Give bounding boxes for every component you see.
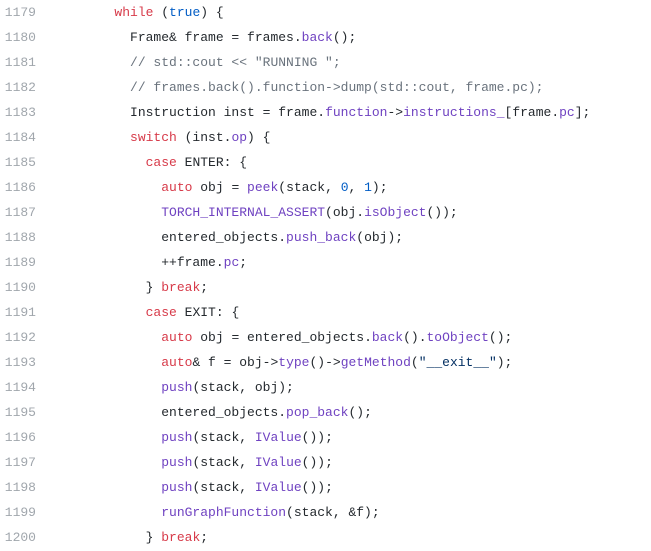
line-number: 1196 <box>0 425 52 450</box>
code-block: 1179 while (true) {1180 Frame& frame = f… <box>0 0 651 550</box>
line-number: 1186 <box>0 175 52 200</box>
code-content: while (true) { <box>52 0 224 25</box>
code-content: runGraphFunction(stack, &f); <box>52 500 380 525</box>
code-line: 1186 auto obj = peek(stack, 0, 1); <box>0 175 651 200</box>
code-line: 1187 TORCH_INTERNAL_ASSERT(obj.isObject(… <box>0 200 651 225</box>
line-number: 1198 <box>0 475 52 500</box>
code-line: 1180 Frame& frame = frames.back(); <box>0 25 651 50</box>
code-line: 1199 runGraphFunction(stack, &f); <box>0 500 651 525</box>
code-content: } break; <box>52 275 208 300</box>
code-content: // std::cout << "RUNNING "; <box>52 50 341 75</box>
line-number: 1180 <box>0 25 52 50</box>
code-content: push(stack, IValue()); <box>52 425 333 450</box>
code-line: 1188 entered_objects.push_back(obj); <box>0 225 651 250</box>
code-content: Instruction inst = frame.function->instr… <box>52 100 590 125</box>
line-number: 1188 <box>0 225 52 250</box>
line-number: 1191 <box>0 300 52 325</box>
line-number: 1199 <box>0 500 52 525</box>
code-content: // frames.back().function->dump(std::cou… <box>52 75 543 100</box>
code-content: auto obj = peek(stack, 0, 1); <box>52 175 388 200</box>
line-number: 1179 <box>0 0 52 25</box>
code-line: 1191 case EXIT: { <box>0 300 651 325</box>
line-number: 1187 <box>0 200 52 225</box>
code-line: 1183 Instruction inst = frame.function->… <box>0 100 651 125</box>
code-content: auto& f = obj->type()->getMethod("__exit… <box>52 350 512 375</box>
code-content: switch (inst.op) { <box>52 125 270 150</box>
code-line: 1185 case ENTER: { <box>0 150 651 175</box>
line-number: 1189 <box>0 250 52 275</box>
line-number: 1194 <box>0 375 52 400</box>
line-number: 1195 <box>0 400 52 425</box>
line-number: 1184 <box>0 125 52 150</box>
line-number: 1190 <box>0 275 52 300</box>
code-content: ++frame.pc; <box>52 250 247 275</box>
code-line: 1182 // frames.back().function->dump(std… <box>0 75 651 100</box>
line-number: 1181 <box>0 50 52 75</box>
code-line: 1190 } break; <box>0 275 651 300</box>
code-line: 1194 push(stack, obj); <box>0 375 651 400</box>
code-content: auto obj = entered_objects.back().toObje… <box>52 325 512 350</box>
code-line: 1189 ++frame.pc; <box>0 250 651 275</box>
code-line: 1200 } break; <box>0 525 651 550</box>
code-line: 1192 auto obj = entered_objects.back().t… <box>0 325 651 350</box>
line-number: 1193 <box>0 350 52 375</box>
code-line: 1181 // std::cout << "RUNNING "; <box>0 50 651 75</box>
code-content: TORCH_INTERNAL_ASSERT(obj.isObject()); <box>52 200 458 225</box>
code-line: 1179 while (true) { <box>0 0 651 25</box>
code-content: entered_objects.pop_back(); <box>52 400 372 425</box>
line-number: 1192 <box>0 325 52 350</box>
code-line: 1197 push(stack, IValue()); <box>0 450 651 475</box>
code-content: push(stack, IValue()); <box>52 475 333 500</box>
code-content: case ENTER: { <box>52 150 247 175</box>
code-content: } break; <box>52 525 208 550</box>
code-line: 1195 entered_objects.pop_back(); <box>0 400 651 425</box>
code-line: 1184 switch (inst.op) { <box>0 125 651 150</box>
code-content: entered_objects.push_back(obj); <box>52 225 403 250</box>
code-line: 1193 auto& f = obj->type()->getMethod("_… <box>0 350 651 375</box>
line-number: 1183 <box>0 100 52 125</box>
code-content: case EXIT: { <box>52 300 239 325</box>
line-number: 1185 <box>0 150 52 175</box>
code-content: Frame& frame = frames.back(); <box>52 25 356 50</box>
code-content: push(stack, obj); <box>52 375 294 400</box>
line-number: 1200 <box>0 525 52 550</box>
line-number: 1182 <box>0 75 52 100</box>
code-line: 1196 push(stack, IValue()); <box>0 425 651 450</box>
code-content: push(stack, IValue()); <box>52 450 333 475</box>
code-line: 1198 push(stack, IValue()); <box>0 475 651 500</box>
line-number: 1197 <box>0 450 52 475</box>
